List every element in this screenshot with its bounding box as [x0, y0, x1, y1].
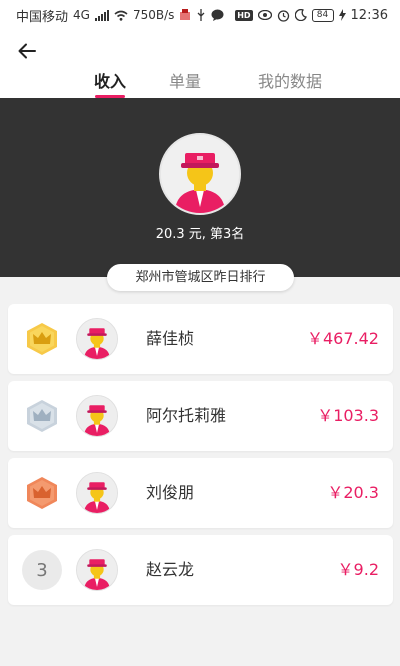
- alarm-icon: [277, 9, 289, 22]
- courier-avatar-icon: [161, 135, 239, 213]
- bronze-crown-badge-icon: [22, 473, 62, 513]
- usb-icon: [197, 9, 205, 21]
- rider-income: ￥9.2: [337, 560, 379, 579]
- tab-my-data-label: 我的数据: [257, 72, 322, 91]
- gold-crown-badge-icon: [22, 319, 62, 359]
- tab-orders[interactable]: 单量: [145, 68, 225, 98]
- battery-icon: 84: [311, 8, 334, 22]
- tab-income-label: 收入: [93, 72, 126, 91]
- hd-icon: HD: [235, 9, 253, 21]
- income-rank-summary: 20.3 元, 第3名: [155, 227, 245, 242]
- rank-number-badge: 3: [22, 550, 62, 590]
- header: 收入 单量 我的数据: [0, 30, 400, 98]
- summary-panel: 20.3 元, 第3名: [0, 98, 400, 277]
- leaderboard-row[interactable]: 3 赵云龙 ￥9.2: [8, 535, 393, 605]
- tab-orders-label: 单量: [168, 72, 201, 91]
- wifi-icon: [114, 10, 128, 21]
- leaderboard-row[interactable]: 阿尔托莉雅 ￥103.3: [8, 381, 393, 451]
- rider-income: ￥20.3: [327, 483, 379, 502]
- notification-app-icon: [180, 9, 191, 20]
- avatar: [76, 395, 118, 437]
- back-button[interactable]: [10, 36, 44, 66]
- rider-name: 刘俊朋: [146, 483, 195, 502]
- avatar: [76, 549, 118, 591]
- carrier-label: 中国移动: [16, 9, 69, 25]
- signal-icon: [94, 9, 109, 21]
- silver-crown-badge-icon: [22, 396, 62, 436]
- leaderboard-row[interactable]: 刘俊朋 ￥20.3: [8, 458, 393, 528]
- user-avatar: [159, 133, 241, 215]
- network-speed: 750B/s: [132, 8, 175, 22]
- avatar: [76, 318, 118, 360]
- message-icon: [211, 9, 224, 21]
- tab-bar: 收入 单量 我的数据: [0, 68, 400, 98]
- clock: 12:36: [350, 7, 388, 23]
- status-bar: 中国移动 4G 750B/s HD 84 12:36: [0, 0, 400, 30]
- moon-icon: [294, 9, 307, 21]
- rank-number: 3: [22, 550, 62, 590]
- rider-name: 赵云龙: [146, 560, 195, 579]
- ranking-title-pill: 郑州市管城区昨日排行: [107, 264, 294, 291]
- tab-my-data[interactable]: 我的数据: [245, 68, 335, 98]
- status-right: HD 84 12:36: [235, 8, 388, 23]
- rider-name: 阿尔托莉雅: [146, 406, 227, 425]
- tab-income[interactable]: 收入: [70, 68, 150, 98]
- rider-name: 薛佳桢: [146, 329, 195, 348]
- charging-icon: [338, 9, 346, 21]
- rider-income: ￥467.42: [307, 329, 379, 348]
- leaderboard-row[interactable]: 薛佳桢 ￥467.42: [8, 304, 393, 374]
- status-left: 中国移动 4G 750B/s: [16, 6, 224, 25]
- avatar: [76, 472, 118, 514]
- eye-icon: [257, 10, 272, 20]
- signal-label: 4G: [73, 8, 90, 22]
- back-arrow-icon: [18, 43, 36, 59]
- rider-income: ￥103.3: [317, 406, 379, 425]
